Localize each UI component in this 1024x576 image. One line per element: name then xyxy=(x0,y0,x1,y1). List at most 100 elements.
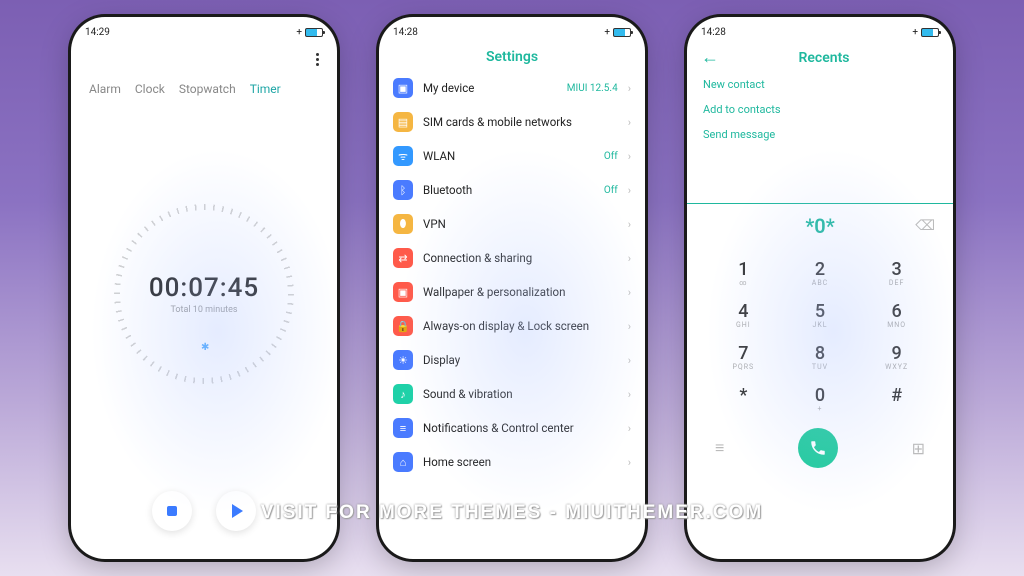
key-digit: 8 xyxy=(782,343,859,364)
settings-item-icon: ▤ xyxy=(393,112,413,132)
key-letters: ABC xyxy=(782,279,859,287)
page-title: Recents xyxy=(709,50,939,66)
chevron-right-icon: › xyxy=(628,150,631,163)
timer-digits: 00:07:45 xyxy=(149,273,259,303)
phone-dialer: 14:28 + ← Recents New contact Add to con… xyxy=(687,17,953,559)
chevron-right-icon: › xyxy=(628,252,631,265)
keypad-key[interactable]: * xyxy=(705,378,782,420)
settings-row[interactable]: ▣My deviceMIUI 12.5.4› xyxy=(379,71,645,105)
settings-item-label: SIM cards & mobile networks xyxy=(423,115,618,129)
key-digit: 6 xyxy=(858,301,935,322)
settings-item-icon: ▣ xyxy=(393,282,413,302)
keypad-key[interactable]: 7PQRS xyxy=(705,336,782,378)
settings-row[interactable]: ≡Notifications & Control center› xyxy=(379,411,645,445)
key-letters: + xyxy=(782,405,859,413)
backspace-button[interactable]: ⌫ xyxy=(915,218,935,234)
settings-row[interactable]: 🔒Always-on display & Lock screen› xyxy=(379,309,645,343)
menu-button[interactable] xyxy=(312,49,323,70)
status-plus: + xyxy=(604,27,610,38)
key-letters: GHI xyxy=(705,321,782,329)
dialpad-toggle-button[interactable]: ⊞ xyxy=(912,439,925,458)
settings-row[interactable]: ⌂Home screen› xyxy=(379,445,645,479)
keypad-key[interactable]: 5JKL xyxy=(782,294,859,336)
clock-tabs: Alarm Clock Stopwatch Timer xyxy=(71,70,337,96)
key-letters: JKL xyxy=(782,321,859,329)
keypad-key[interactable]: 0+ xyxy=(782,378,859,420)
key-digit: 5 xyxy=(782,301,859,322)
phone-settings: 14:28 + Settings ▣My deviceMIUI 12.5.4›▤… xyxy=(379,17,645,559)
action-send-message[interactable]: Send message xyxy=(703,128,937,141)
status-plus: + xyxy=(912,27,918,38)
settings-row[interactable]: ᯤ WLAN Off › xyxy=(379,139,645,173)
chevron-right-icon: › xyxy=(628,456,631,469)
key-digit: * xyxy=(705,385,782,406)
settings-item-icon: ᛒ xyxy=(393,180,413,200)
key-digit: 2 xyxy=(782,259,859,280)
settings-item-icon: ᯤ xyxy=(393,146,413,166)
key-digit: 3 xyxy=(858,259,935,280)
chevron-right-icon: › xyxy=(628,354,631,367)
battery-icon xyxy=(613,28,631,37)
battery-icon xyxy=(921,28,939,37)
settings-row[interactable]: ⬮VPN› xyxy=(379,207,645,241)
settings-item-label: Home screen xyxy=(423,455,618,469)
settings-item-label: Wallpaper & personalization xyxy=(423,285,618,299)
settings-item-icon: ▣ xyxy=(393,78,413,98)
tab-stopwatch[interactable]: Stopwatch xyxy=(179,82,236,96)
settings-row[interactable]: ☀Display› xyxy=(379,343,645,377)
timer-subtitle: Total 10 minutes xyxy=(170,305,237,315)
settings-row[interactable]: ▣ Wallpaper & personalization › xyxy=(379,275,645,309)
settings-list[interactable]: ▣My deviceMIUI 12.5.4›▤SIM cards & mobil… xyxy=(379,71,645,559)
key-digit: 9 xyxy=(858,343,935,364)
settings-row[interactable]: ⇄ Connection & sharing › xyxy=(379,241,645,275)
key-digit: 4 xyxy=(705,301,782,322)
chevron-right-icon: › xyxy=(628,320,631,333)
settings-item-label: Display xyxy=(423,353,618,367)
tab-timer[interactable]: Timer xyxy=(250,82,281,96)
stop-button[interactable] xyxy=(152,491,192,531)
key-digit: 7 xyxy=(705,343,782,364)
key-letters: ∞ xyxy=(705,279,782,287)
timer-display: 00:07:45 Total 10 minutes xyxy=(71,96,337,491)
settings-item-icon: 🔒 xyxy=(393,316,413,336)
call-button[interactable] xyxy=(798,428,838,468)
keypad-key[interactable]: 3DEF xyxy=(858,252,935,294)
settings-row[interactable]: ᛒBluetoothOff› xyxy=(379,173,645,207)
statusbar: 14:28 + xyxy=(379,17,645,41)
keypad-key[interactable]: 2ABC xyxy=(782,252,859,294)
chevron-right-icon: › xyxy=(628,422,631,435)
battery-icon xyxy=(305,28,323,37)
settings-item-label: My device xyxy=(423,81,557,95)
keypad-key[interactable]: # xyxy=(858,378,935,420)
play-button[interactable] xyxy=(216,491,256,531)
statusbar: 14:28 + xyxy=(687,17,953,41)
chevron-right-icon: › xyxy=(628,286,631,299)
settings-item-label: Sound & vibration xyxy=(423,387,618,401)
keypad-key[interactable]: 9WXYZ xyxy=(858,336,935,378)
phone-icon xyxy=(809,439,827,457)
action-new-contact[interactable]: New contact xyxy=(703,78,937,91)
settings-item-label: WLAN xyxy=(423,149,594,163)
chevron-right-icon: › xyxy=(628,388,631,401)
keypad-key[interactable]: 8TUV xyxy=(782,336,859,378)
recents-list-button[interactable]: ≡ xyxy=(715,438,724,458)
settings-item-icon: ⇄ xyxy=(393,248,413,268)
tab-clock[interactable]: Clock xyxy=(135,82,165,96)
settings-item-label: Connection & sharing xyxy=(423,251,618,265)
settings-row[interactable]: ♪Sound & vibration› xyxy=(379,377,645,411)
dial-handle-icon[interactable] xyxy=(201,335,207,341)
keypad-key[interactable]: 4GHI xyxy=(705,294,782,336)
tab-alarm[interactable]: Alarm xyxy=(89,82,121,96)
dial-input[interactable]: *0* xyxy=(703,214,937,238)
chevron-right-icon: › xyxy=(628,184,631,197)
status-time: 14:28 xyxy=(393,27,418,38)
play-icon xyxy=(232,504,243,518)
action-add-to-contacts[interactable]: Add to contacts xyxy=(703,103,937,116)
settings-item-value: Off xyxy=(604,151,618,162)
keypad-key[interactable]: 1∞ xyxy=(705,252,782,294)
settings-row[interactable]: ▤SIM cards & mobile networks› xyxy=(379,105,645,139)
settings-item-label: Notifications & Control center xyxy=(423,421,618,435)
keypad-key[interactable]: 6MNO xyxy=(858,294,935,336)
dialer-actions: New contact Add to contacts Send message xyxy=(687,68,953,151)
settings-item-icon: ⬮ xyxy=(393,214,413,234)
